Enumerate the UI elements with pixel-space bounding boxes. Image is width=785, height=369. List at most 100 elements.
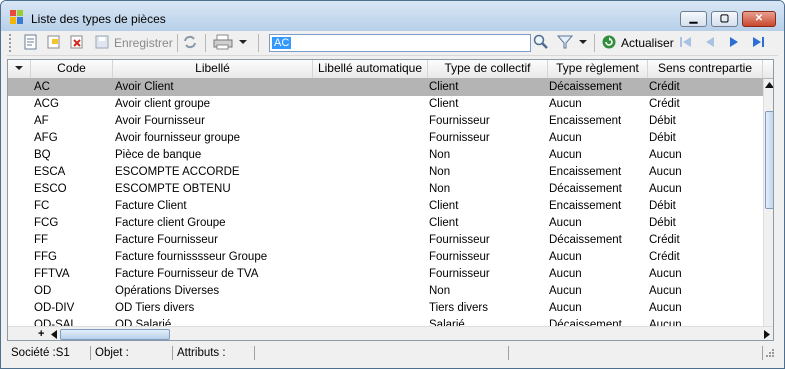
chevron-down-icon <box>15 66 23 70</box>
cell-collectif: Tiers divers <box>429 302 488 314</box>
search-input[interactable]: AC <box>269 34 531 52</box>
vertical-scrollbar[interactable] <box>763 79 774 339</box>
previous-record-icon[interactable] <box>703 35 717 49</box>
table-row[interactable]: AC Avoir Client Client Décaissement Crédit <box>8 79 763 96</box>
cell-code: OD-DIV <box>34 302 75 314</box>
cell-code: OD <box>34 285 52 297</box>
status-panel <box>255 346 509 360</box>
chevron-down-icon[interactable] <box>239 34 247 50</box>
window: Liste des types de pièces ▁ ▢ ✕ Enregist… <box>0 0 785 369</box>
refresh-button[interactable]: Actualiser <box>621 36 674 54</box>
table-row[interactable]: OD Opérations Diverses Non Aucun Aucun <box>8 283 763 300</box>
cell-collectif: Non <box>429 285 451 297</box>
properties-icon[interactable] <box>23 34 39 50</box>
maximize-icon: ▢ <box>719 13 730 24</box>
chevron-down-icon[interactable] <box>579 34 587 50</box>
vertical-scroll-thumb[interactable] <box>765 111 773 209</box>
status-objet: Objet : <box>91 346 173 360</box>
cell-code: BQ <box>34 149 51 161</box>
cell-sens: Aucun <box>649 149 682 161</box>
cell-libelle: OD Tiers divers <box>115 302 195 314</box>
cell-reglement: Encaissement <box>549 166 622 178</box>
minimize-button[interactable]: ▁ <box>680 11 707 27</box>
cell-code: FFTVA <box>34 268 70 280</box>
table-row[interactable]: FC Facture Client Client Encaissement Débit <box>8 198 763 215</box>
table-row[interactable]: BQ Pièce de banque Non Aucun Aucun <box>8 147 763 164</box>
column-header-libelle[interactable]: Libellé <box>113 60 313 78</box>
delete-icon[interactable] <box>69 34 85 50</box>
cell-libelle: Facture fournisssseur Groupe <box>115 251 268 263</box>
title-bar[interactable]: Liste des types de pièces ▁ ▢ ✕ <box>1 1 784 31</box>
cell-reglement: Aucun <box>549 285 582 297</box>
refresh-icon[interactable] <box>601 34 617 50</box>
types-grid[interactable]: Code Libellé Libellé automatique Type de… <box>7 59 774 341</box>
table-row[interactable]: AFG Avoir fournisseur groupe Fournisseur Au… <box>8 130 763 147</box>
column-header-type-reglement[interactable]: Type règlement <box>548 60 648 78</box>
save-button[interactable]: Enregistrer <box>114 36 173 54</box>
cell-sens: Aucun <box>649 285 682 297</box>
cell-collectif: Client <box>429 81 459 93</box>
print-icon[interactable] <box>213 34 233 50</box>
search-input-value: AC <box>272 37 292 49</box>
cell-reglement: Aucun <box>549 132 582 144</box>
scroll-right-icon[interactable] <box>763 330 771 339</box>
scroll-left-icon[interactable] <box>50 330 58 339</box>
cell-code: ACG <box>34 98 59 110</box>
column-chooser-button[interactable] <box>8 60 31 78</box>
window-title: Liste des types de pièces <box>31 12 166 26</box>
minimize-icon: ▁ <box>689 13 698 24</box>
table-row[interactable]: FFG Facture fournisssseur Groupe Fournisse… <box>8 249 763 266</box>
cell-collectif: Fournisseur <box>429 268 490 280</box>
table-row[interactable]: ESCO ESCOMPTE OBTENU Non Décaissement Aucun <box>8 181 763 198</box>
new-icon[interactable] <box>46 34 62 50</box>
cell-libelle: Opérations Diverses <box>115 285 220 297</box>
search-icon[interactable] <box>533 34 549 50</box>
first-record-icon[interactable] <box>679 35 693 49</box>
cell-libelle: Pièce de banque <box>115 149 202 161</box>
horizontal-scroll-thumb[interactable] <box>60 329 170 340</box>
cell-libelle: Avoir fournisseur groupe <box>115 132 241 144</box>
cell-libelle: Avoir client groupe <box>115 98 211 110</box>
table-row[interactable]: AF Avoir Fournisseur Fournisseur Encaisseme… <box>8 113 763 130</box>
horizontal-scrollbar[interactable]: + <box>8 326 773 340</box>
column-header-sens[interactable]: Sens contrepartie <box>648 60 763 78</box>
toolbar-grip[interactable] <box>9 34 13 52</box>
filter-icon[interactable] <box>557 34 573 50</box>
cell-sens: Crédit <box>649 81 680 93</box>
maximize-button[interactable]: ▢ <box>711 11 738 27</box>
table-row[interactable]: FCG Facture client Groupe Client Aucun Débit <box>8 215 763 232</box>
cell-collectif: Client <box>429 200 459 212</box>
cell-reglement: Aucun <box>549 251 582 263</box>
cell-reglement: Encaissement <box>549 200 622 212</box>
toolbar-separator <box>594 34 595 52</box>
cell-code: FCG <box>34 217 59 229</box>
table-row[interactable]: FF Facture Fournisseur Fournisseur Décaisse… <box>8 232 763 249</box>
last-record-icon[interactable] <box>751 35 765 49</box>
save-icon[interactable] <box>94 34 110 50</box>
cell-collectif: Non <box>429 166 451 178</box>
table-row[interactable]: ACG Avoir client groupe Client Aucun Crédit <box>8 96 763 113</box>
next-record-icon[interactable] <box>727 35 741 49</box>
close-button[interactable]: ✕ <box>742 11 776 27</box>
cell-collectif: Client <box>429 98 459 110</box>
cell-reglement: Aucun <box>549 302 582 314</box>
cell-reglement: Aucun <box>549 149 582 161</box>
column-header-libelle-auto[interactable]: Libellé automatique <box>313 60 428 78</box>
cell-sens: Débit <box>649 132 676 144</box>
scroll-up-icon[interactable] <box>765 81 774 89</box>
cell-sens: Aucun <box>649 183 682 195</box>
cell-libelle: ESCOMPTE OBTENU <box>115 183 231 195</box>
table-row[interactable]: OD-DIV OD Tiers divers Tiers divers Aucun Au… <box>8 300 763 317</box>
column-header-type-collectif[interactable]: Type de collectif <box>428 60 548 78</box>
cell-sens: Débit <box>649 217 676 229</box>
toolbar-separator <box>258 34 259 52</box>
add-row-icon[interactable]: + <box>38 328 44 340</box>
table-row[interactable]: FFTVA Facture Fournisseur de TVA Fournisse… <box>8 266 763 283</box>
resize-grip-icon[interactable] <box>765 348 775 358</box>
table-row[interactable]: ESCA ESCOMPTE ACCORDE Non Encaissement Aucun <box>8 164 763 181</box>
cell-reglement: Aucun <box>549 268 582 280</box>
status-attributs: Attributs : <box>173 346 255 360</box>
sync-icon[interactable] <box>182 34 198 50</box>
column-header-code[interactable]: Code <box>31 60 113 78</box>
grid-header: Code Libellé Libellé automatique Type de… <box>8 60 773 79</box>
